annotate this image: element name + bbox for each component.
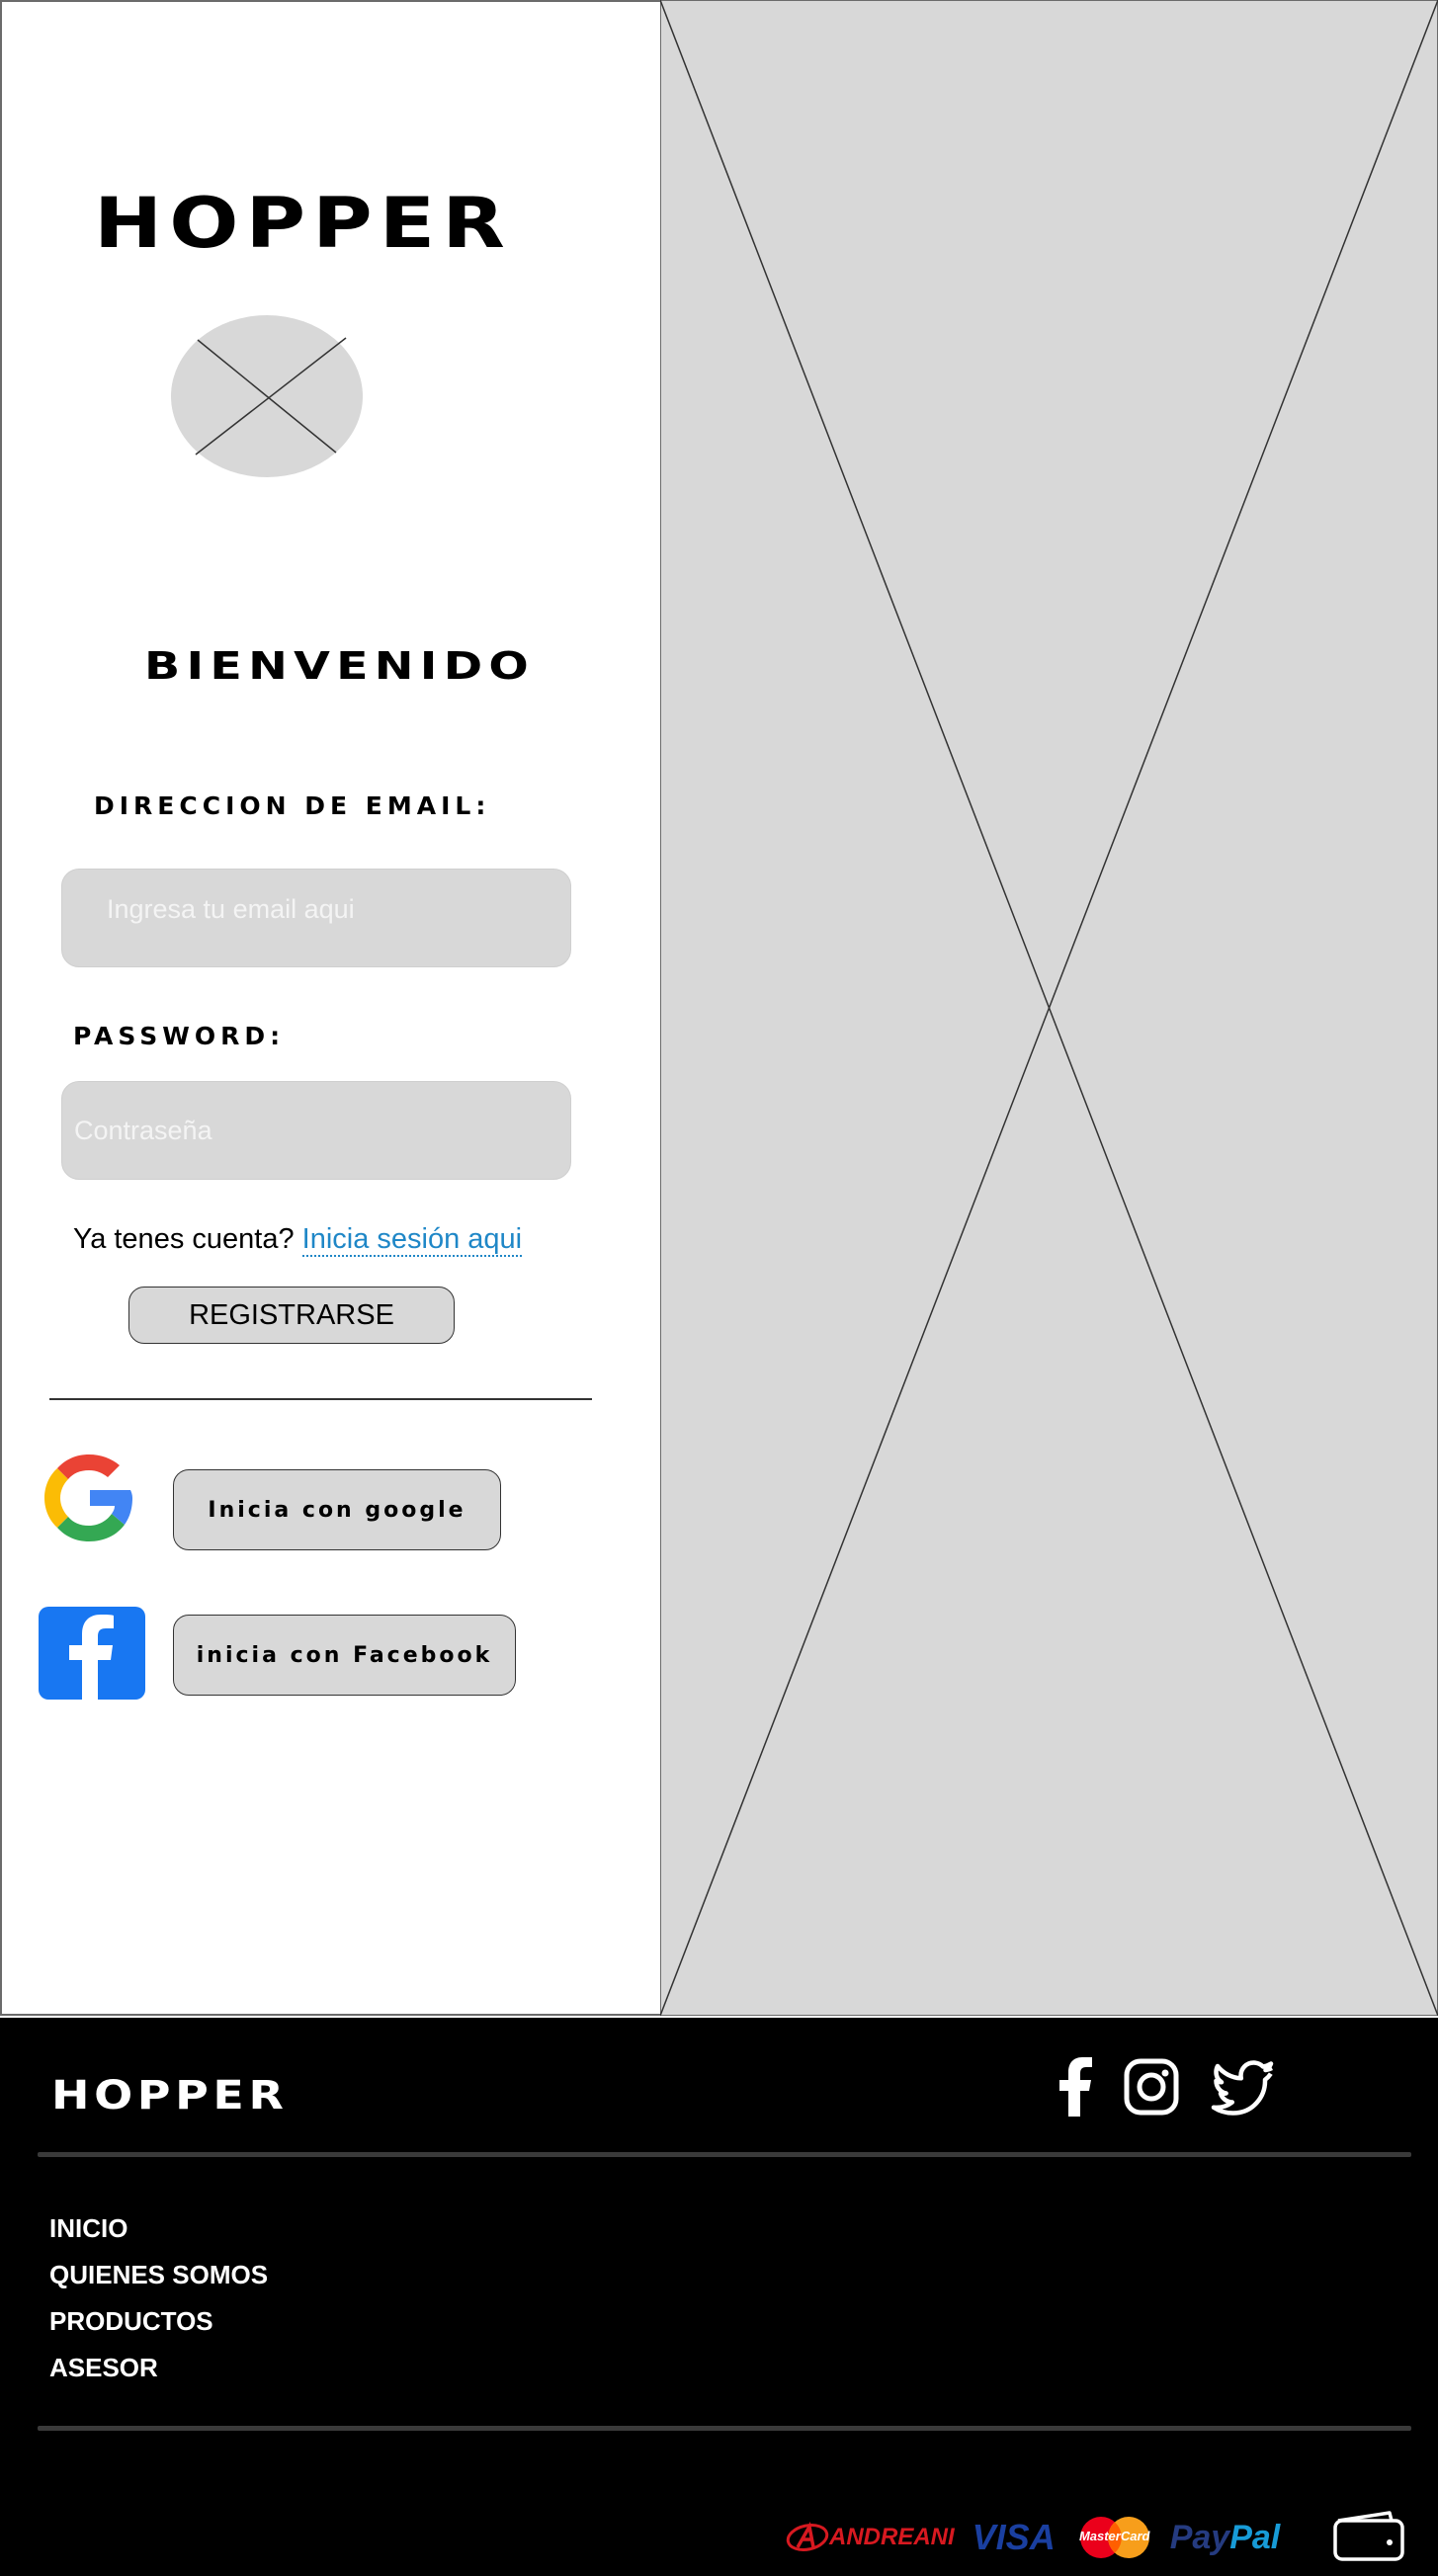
visa-logo: VISA — [972, 2517, 1056, 2557]
account-prompt-text: Ya tenes cuenta? — [73, 1223, 295, 1255]
paypal-text-pay: Pay — [1169, 2518, 1230, 2556]
password-label: PASSWORD: — [73, 1022, 286, 1050]
andreani-a-icon — [786, 2522, 829, 2551]
wallet-icon — [1333, 2511, 1404, 2561]
logo-image-placeholder — [171, 315, 363, 477]
email-placeholder: Ingresa tu email aqui — [107, 894, 355, 924]
payment-logos: ANDREANI VISA MasterCard PayPal — [786, 2508, 1298, 2567]
facebook-icon — [39, 1607, 145, 1700]
mastercard-text: MasterCard — [1078, 2529, 1150, 2543]
footer-divider-bottom — [38, 2426, 1411, 2431]
footer-nav-asesor[interactable]: ASESOR — [49, 2345, 268, 2391]
email-label: DIRECCION DE EMAIL: — [94, 791, 491, 820]
andreani-text: ANDREANI — [829, 2524, 955, 2550]
google-signin-button[interactable]: Inicia con google — [173, 1469, 501, 1550]
twitter-icon[interactable] — [1211, 2057, 1274, 2117]
paypal-logo: PayPal — [1170, 2519, 1281, 2557]
password-placeholder: Contraseña — [74, 1115, 212, 1145]
email-field[interactable]: Ingresa tu email aqui — [61, 869, 571, 967]
welcome-heading: BIENVENIDO — [144, 644, 536, 688]
google-icon — [44, 1454, 132, 1541]
facebook-signin-button[interactable]: inicia con Facebook — [173, 1615, 516, 1696]
hero-image-placeholder — [660, 0, 1438, 2016]
brand-logo-text: HOPPER — [94, 183, 512, 264]
register-button[interactable]: REGISTRARSE — [128, 1287, 455, 1344]
footer-nav-inicio[interactable]: INICIO — [49, 2205, 268, 2252]
footer-brand-logo: HOPPER — [51, 2073, 289, 2119]
divider — [49, 1398, 592, 1400]
login-panel — [0, 0, 660, 2016]
paypal-text-pal: Pal — [1229, 2518, 1281, 2556]
footer-nav-quienes-somos[interactable]: QUIENES SOMOS — [49, 2252, 268, 2298]
andreani-logo: ANDREANI — [786, 2522, 955, 2553]
password-field[interactable]: Contraseña — [61, 1081, 571, 1180]
instagram-icon[interactable] — [1124, 2057, 1179, 2117]
facebook-icon[interactable] — [1049, 2057, 1104, 2117]
account-prompt-line: Ya tenes cuenta? Inicia sesión aqui — [73, 1223, 523, 1257]
footer-nav-productos[interactable]: PRODUCTOS — [49, 2298, 268, 2345]
mastercard-logo: MasterCard — [1073, 2516, 1156, 2559]
footer-divider-top — [38, 2152, 1411, 2157]
footer-nav: INICIO QUIENES SOMOS PRODUCTOS ASESOR — [49, 2205, 268, 2391]
login-link[interactable]: Inicia sesión aqui — [301, 1223, 523, 1257]
